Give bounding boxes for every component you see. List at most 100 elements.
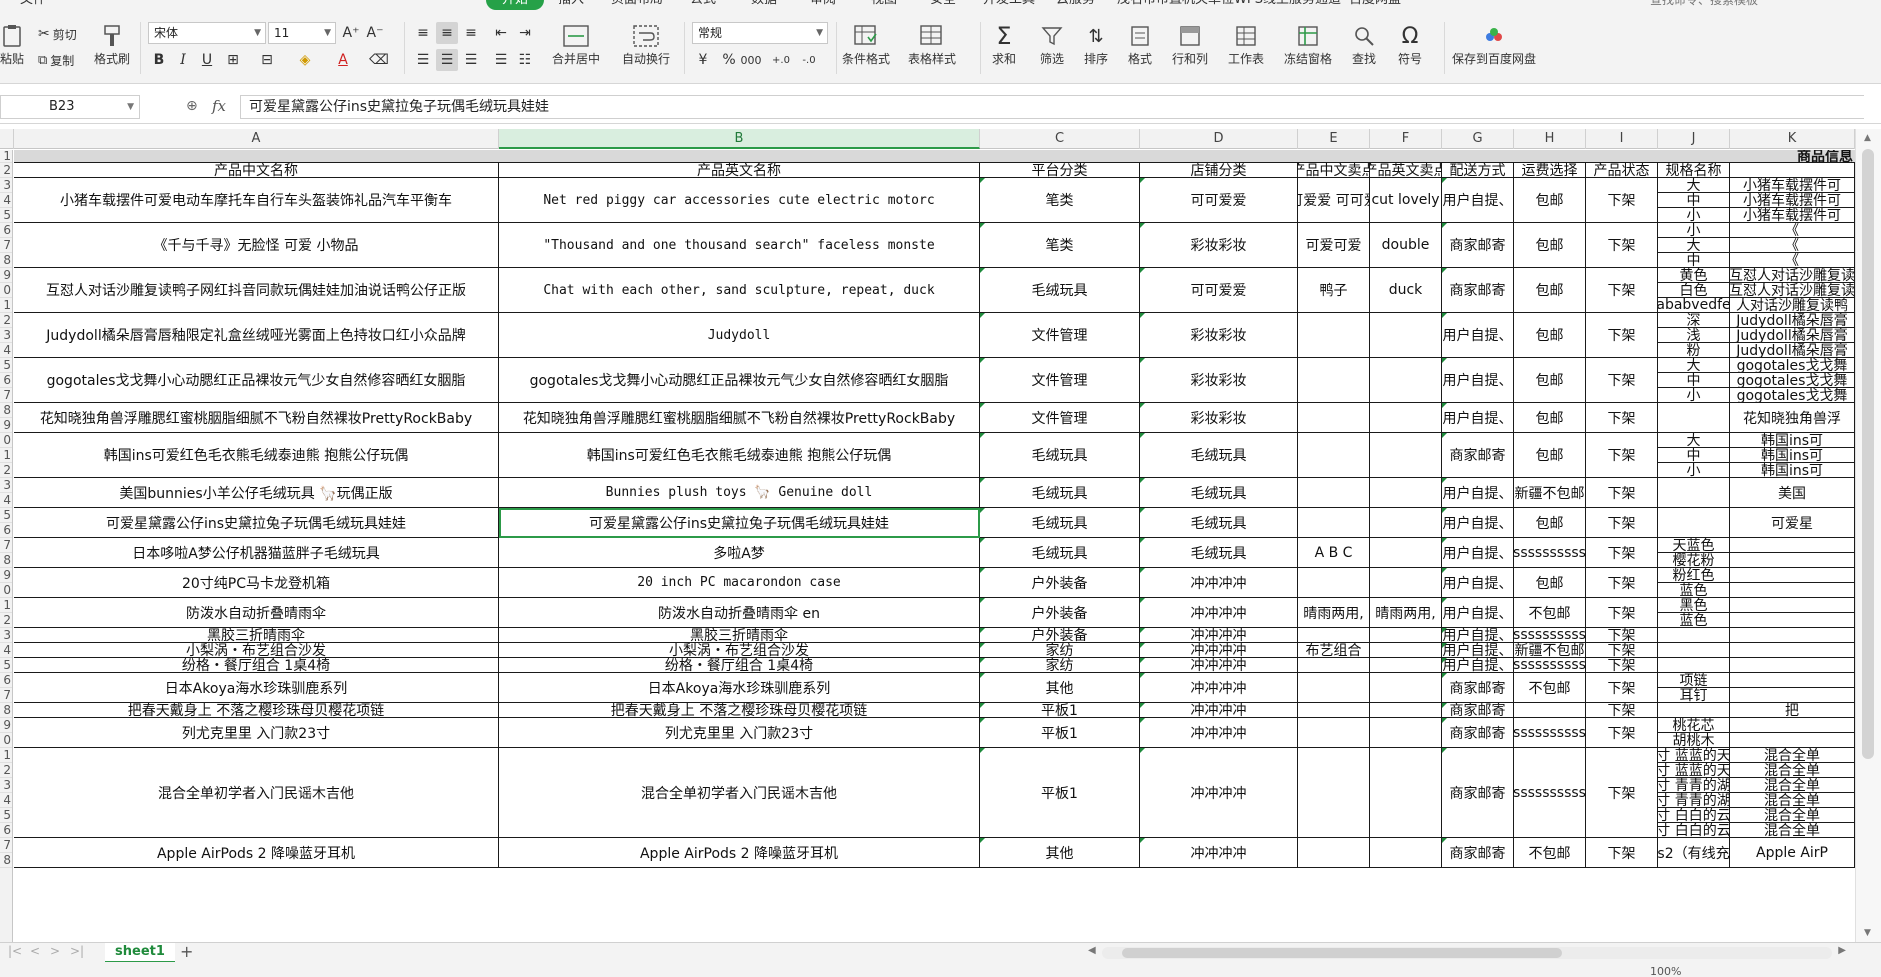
cell-a[interactable]: 花知晓独角兽浮雕腮红蜜桃胭脂细腻不飞粉自然裸妆PrettyRockBaby — [14, 403, 499, 433]
cell-h[interactable]: ssssssssss — [1514, 748, 1586, 838]
cell-a[interactable]: 列尤克里里 入门款23寸 — [14, 718, 499, 748]
cell-spec-name[interactable]: 大 — [1658, 433, 1730, 448]
cell-spec-value[interactable]: 花知晓独角兽浮 — [1730, 403, 1855, 433]
row-header[interactable]: 2 — [0, 163, 12, 178]
cell-c[interactable]: 文件管理 — [980, 358, 1140, 403]
cell-c[interactable]: 文件管理 — [980, 403, 1140, 433]
column-header-d[interactable]: D — [1140, 129, 1298, 149]
cell-spec-value[interactable] — [1730, 673, 1855, 688]
cell-h[interactable]: 不包邮 — [1514, 598, 1586, 628]
cell-e[interactable] — [1298, 508, 1370, 538]
column-title[interactable] — [1730, 163, 1855, 178]
align-left-icon[interactable]: ☰ — [412, 49, 434, 71]
cell-a[interactable]: gogotales戈戈舞小心动腮红正品裸妆元气少女自然修容晒红女胭脂 — [14, 358, 499, 403]
cell-i[interactable]: 下架 — [1586, 433, 1658, 478]
vertical-scrollbar[interactable]: ▲ ▼ — [1855, 129, 1881, 942]
column-header-k[interactable]: K — [1730, 129, 1855, 149]
cell-i[interactable]: 下架 — [1586, 508, 1658, 538]
cell-a[interactable]: 可爱星黛露公仔ins史黛拉兔子玩偶毛绒玩具娃娃 — [14, 508, 499, 538]
cell-spec-name[interactable]: 小 — [1658, 208, 1730, 223]
cell-spec-name[interactable]: 粉 — [1658, 343, 1730, 358]
row-header[interactable]: 1 — [0, 448, 12, 463]
row-header[interactable]: 5 — [0, 508, 12, 523]
cell-d[interactable]: 冲冲冲冲 — [1140, 658, 1298, 673]
column-title[interactable]: 运费选择 — [1514, 163, 1586, 178]
row-header[interactable]: 8 — [0, 403, 12, 418]
cell-spec-name[interactable]: 大 — [1658, 238, 1730, 253]
cell-spec-name[interactable]: 大 — [1658, 358, 1730, 373]
row-header[interactable]: 4 — [0, 643, 12, 658]
cell-i[interactable]: 下架 — [1586, 658, 1658, 673]
column-header-f[interactable]: F — [1370, 129, 1442, 149]
cell-spec-value[interactable]: 可爱星 — [1730, 508, 1855, 538]
cell-a[interactable]: Judydoll橘朵唇膏唇釉限定礼盒丝绒哑光雾面上色持妆口红小众品牌 — [14, 313, 499, 358]
number-format-select[interactable]: 常规 ▼ — [692, 22, 828, 44]
cell-h[interactable]: 不包邮 — [1514, 673, 1586, 703]
cell-spec-name[interactable]: 樱花粉 — [1658, 553, 1730, 568]
row-header[interactable]: 7 — [0, 538, 12, 553]
cell-spec-value[interactable]: 《 — [1730, 238, 1855, 253]
cell-spec-value[interactable]: 人对话沙雕复读鸭 — [1730, 298, 1855, 313]
format-button[interactable]: 格式 — [1128, 22, 1152, 67]
cell-spec-value[interactable]: 混合全单 — [1730, 823, 1855, 838]
row-header[interactable]: 2 — [0, 463, 12, 478]
cell-spec-name[interactable]: 粉红色 — [1658, 568, 1730, 583]
cell-g[interactable]: 用户自提、 — [1442, 658, 1514, 673]
cell-i[interactable]: 下架 — [1586, 268, 1658, 313]
select-all-corner[interactable] — [0, 129, 14, 149]
indent-increase-icon[interactable]: ⇥ — [514, 22, 536, 44]
cell-c[interactable]: 毛绒玩具 — [980, 538, 1140, 568]
cell-b[interactable]: 防泼水自动折叠晴雨伞 en — [499, 598, 980, 628]
fx-icon[interactable]: fx — [212, 97, 226, 115]
cell-spec-value[interactable] — [1730, 613, 1855, 628]
indent-decrease-icon[interactable]: ⇤ — [490, 22, 512, 44]
cell-e[interactable] — [1298, 718, 1370, 748]
cell-b[interactable]: 日本Akoya海水珍珠驯鹿系列 — [499, 673, 980, 703]
cell-h[interactable]: ssssssssss — [1514, 628, 1586, 643]
cell-b[interactable]: Bunnies plush toys 🦙 Genuine doll — [499, 478, 980, 508]
cell-a[interactable]: 日本哆啦A梦公仔机器猫蓝胖子毛绒玩具 — [14, 538, 499, 568]
column-title[interactable]: 产品英文名称 — [499, 163, 980, 178]
cell-b[interactable]: 纷格・餐厅组合 1桌4椅 — [499, 658, 980, 673]
row-header[interactable]: 9 — [0, 568, 12, 583]
cell-e[interactable] — [1298, 673, 1370, 703]
cell-spec-value[interactable] — [1730, 538, 1855, 553]
cell-i[interactable]: 下架 — [1586, 538, 1658, 568]
cell-d[interactable]: 彩妆彩妆 — [1140, 313, 1298, 358]
row-header[interactable]: 3 — [0, 478, 12, 493]
row-col-button[interactable]: 行和列 — [1172, 22, 1208, 67]
cell-e[interactable] — [1298, 748, 1370, 838]
clear-format-icon[interactable]: ⊟ — [256, 49, 278, 71]
row-header[interactable]: 3 — [0, 628, 12, 643]
cell-spec-name[interactable]: 寸 白白的云 — [1658, 808, 1730, 823]
cell-spec-value[interactable]: 混合全单 — [1730, 748, 1855, 763]
cell-spec-name[interactable]: 寸 青青的湖 — [1658, 778, 1730, 793]
cell-spec-name[interactable] — [1658, 703, 1730, 718]
cell-i[interactable]: 下架 — [1586, 478, 1658, 508]
cell-a[interactable]: 日本Akoya海水珍珠驯鹿系列 — [14, 673, 499, 703]
cell-h[interactable]: 包邮 — [1514, 178, 1586, 223]
cell-spec-value[interactable]: 混合全单 — [1730, 778, 1855, 793]
column-header-e[interactable]: E — [1298, 129, 1370, 149]
cell-spec-value[interactable]: 韩国ins可 — [1730, 463, 1855, 478]
cell-spec-value[interactable]: 韩国ins可 — [1730, 448, 1855, 463]
first-sheet-icon[interactable]: |< — [8, 944, 22, 958]
next-sheet-icon[interactable]: > — [50, 944, 60, 958]
cell-b[interactable]: Chat with each other, sand sculpture, re… — [499, 268, 980, 313]
row-header[interactable]: 2 — [0, 763, 12, 778]
row-header[interactable]: 7 — [0, 838, 12, 853]
cell-f[interactable] — [1370, 658, 1442, 673]
menu-item-11[interactable]: 茂名市市直机关单位WPS线上服务通道 — [1117, 0, 1341, 10]
row-header[interactable]: 6 — [0, 223, 12, 238]
cell-b[interactable]: 多啦A梦 — [499, 538, 980, 568]
row-header[interactable]: 0 — [0, 433, 12, 448]
cell-g[interactable]: 商家邮寄 — [1442, 673, 1514, 703]
row-header[interactable]: 4 — [0, 793, 12, 808]
cell-a[interactable]: 小猪车载摆件可爱电动车摩托车自行车头盔装饰礼品汽车平衡车 — [14, 178, 499, 223]
column-title[interactable]: 产品中文卖点 — [1298, 163, 1370, 178]
cell-spec-name[interactable]: 白色 — [1658, 283, 1730, 298]
cell-spec-name[interactable] — [1658, 628, 1730, 643]
row-header[interactable]: 3 — [0, 178, 12, 193]
cell-c[interactable]: 其他 — [980, 673, 1140, 703]
column-title[interactable]: 平台分类 — [980, 163, 1140, 178]
